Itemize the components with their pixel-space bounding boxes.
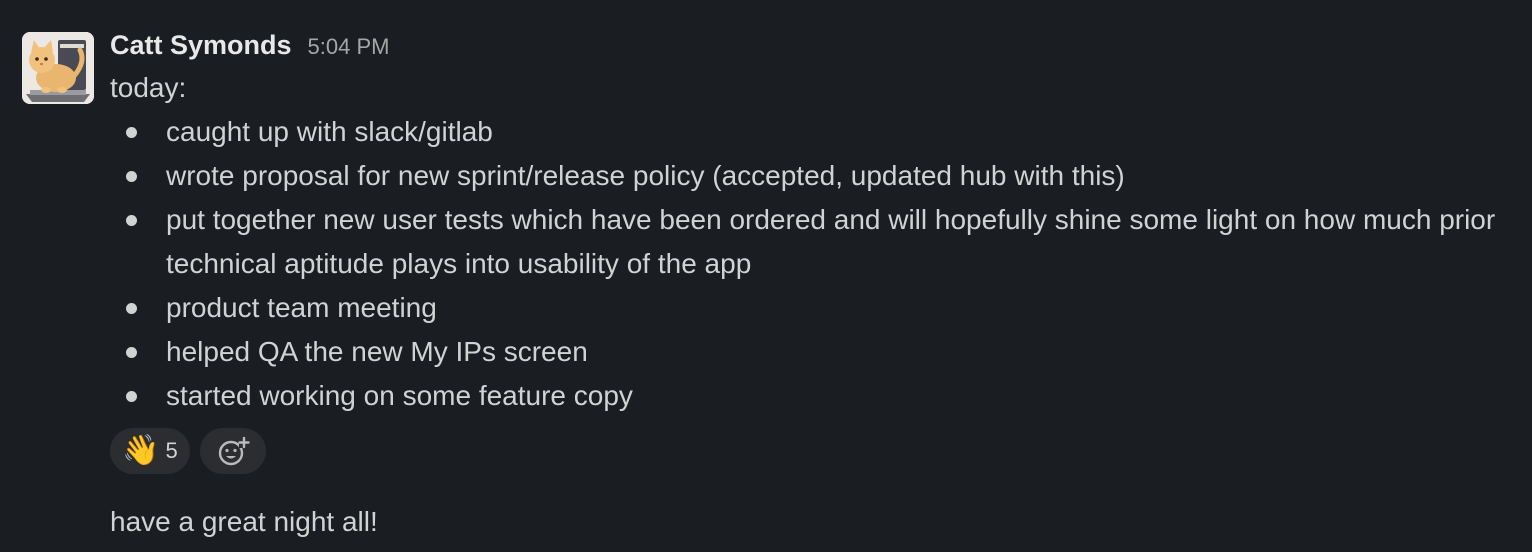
bullet-dot [126,127,137,138]
message-content: Catt Symonds 5:04 PM today: caught up wi… [110,30,1522,544]
reactions-bar: 👋 5 [110,428,1522,474]
bullet-list: caught up with slack/gitlab wrote propos… [110,110,1522,418]
bullet-dot [126,215,137,226]
bullet-dot [126,347,137,358]
bullet-dot [126,171,137,182]
list-item-text: wrote proposal for new sprint/release po… [166,160,1125,191]
list-item: helped QA the new My IPs screen [110,330,1522,374]
waving-hand-icon: 👋 [122,434,160,467]
bullet-dot [126,303,137,314]
cat-avatar-icon [22,32,94,104]
message-timestamp[interactable]: 5:04 PM [308,34,390,60]
author-name[interactable]: Catt Symonds [110,30,292,61]
list-item: caught up with slack/gitlab [110,110,1522,154]
list-item-text: started working on some feature copy [166,380,633,411]
add-reaction-icon [218,436,250,466]
list-item-text: put together new user tests which have b… [166,204,1496,279]
bullet-dot [126,391,137,402]
list-item: put together new user tests which have b… [110,198,1522,286]
reaction-count: 5 [165,438,178,463]
list-item: wrote proposal for new sprint/release po… [110,154,1522,198]
avatar[interactable] [22,32,94,104]
followup-message: have a great night all! [110,506,378,537]
message-header: Catt Symonds 5:04 PM [110,30,1522,66]
list-item: started working on some feature copy [110,374,1522,418]
list-item-text: caught up with slack/gitlab [166,116,493,147]
list-item-text: product team meeting [166,292,437,323]
message-intro: today: [110,72,187,103]
add-reaction-button[interactable] [200,428,266,474]
reaction-waving-hand[interactable]: 👋 5 [110,428,190,474]
list-item: product team meeting [110,286,1522,330]
list-item-text: helped QA the new My IPs screen [166,336,588,367]
